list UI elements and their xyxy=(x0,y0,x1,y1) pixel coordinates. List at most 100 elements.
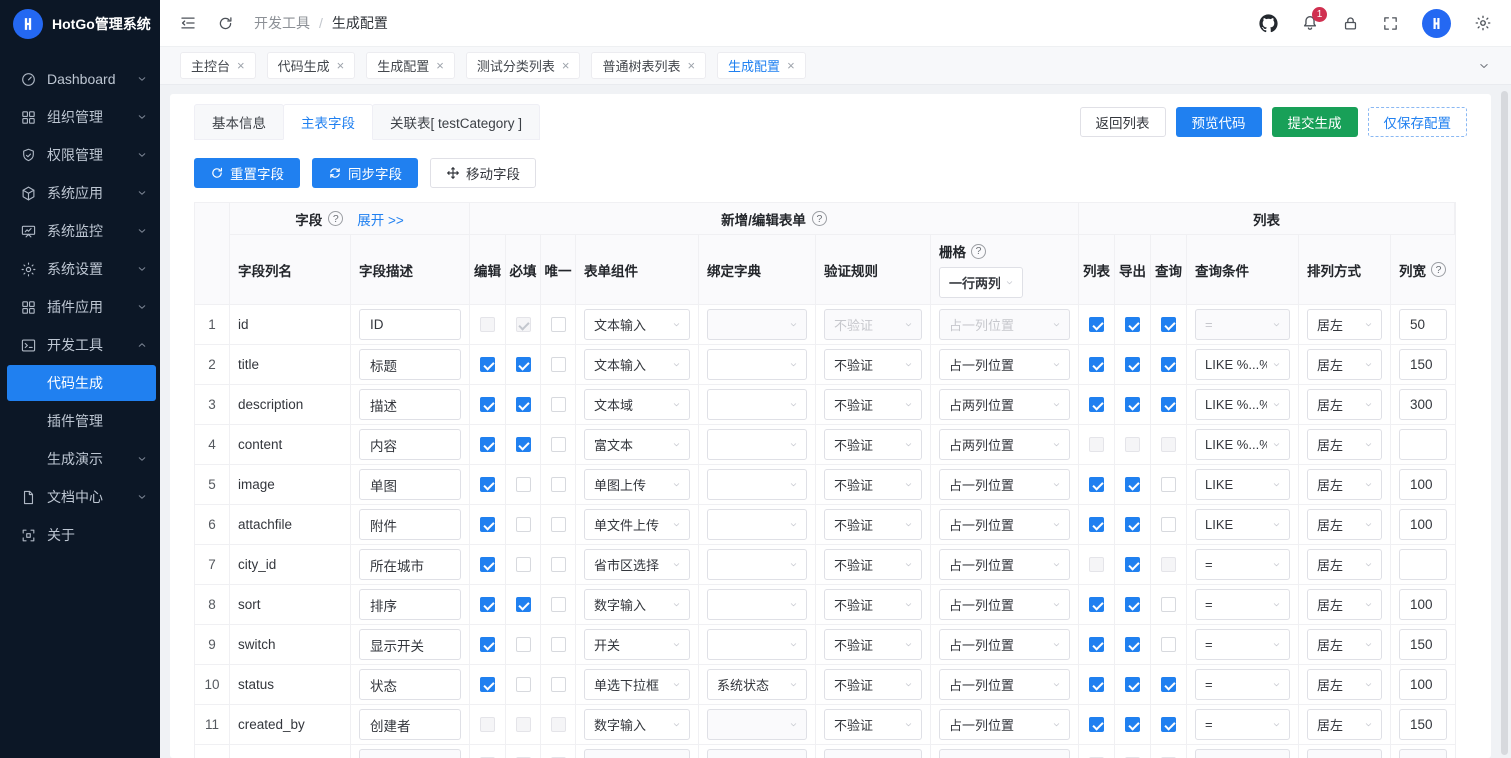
req-checkbox[interactable] xyxy=(516,397,531,412)
comp-select[interactable]: 数字输入 xyxy=(584,709,690,740)
close-icon[interactable] xyxy=(237,59,245,72)
grid-select[interactable]: 占一列位置 xyxy=(939,629,1070,660)
field-desc-input[interactable] xyxy=(359,389,461,420)
dict-select[interactable] xyxy=(707,389,807,420)
tab-join-table[interactable]: 关联表[ testCategory ] xyxy=(372,104,540,140)
qry-checkbox[interactable] xyxy=(1161,677,1176,692)
comp-select[interactable]: 单文件上传 xyxy=(584,509,690,540)
list-checkbox[interactable] xyxy=(1089,677,1104,692)
grid-select[interactable]: 占一列位置 xyxy=(939,509,1070,540)
grid-select[interactable]: 占两列位置 xyxy=(939,429,1070,460)
grid-select[interactable]: 占一列位置 xyxy=(939,549,1070,580)
gear-icon[interactable] xyxy=(1474,14,1492,32)
sidebar-item-code-gen[interactable]: 代码生成 xyxy=(7,365,156,401)
dict-select[interactable] xyxy=(707,429,807,460)
list-checkbox[interactable] xyxy=(1089,517,1104,532)
exp-checkbox[interactable] xyxy=(1125,517,1140,532)
val-select[interactable]: 不验证 xyxy=(824,629,922,660)
val-select[interactable]: 不验证 xyxy=(824,389,922,420)
align-select[interactable]: 居左 xyxy=(1307,429,1382,460)
grid-layout-select[interactable]: 一行两列 xyxy=(939,267,1023,298)
cond-select[interactable]: = xyxy=(1195,709,1290,740)
list-checkbox[interactable] xyxy=(1089,437,1104,452)
cond-select[interactable]: = xyxy=(1195,309,1290,340)
sidebar-item-plugin-app[interactable]: 插件应用 xyxy=(0,288,160,326)
uniq-checkbox[interactable] xyxy=(551,717,566,732)
uniq-checkbox[interactable] xyxy=(551,357,566,372)
dict-select[interactable] xyxy=(707,309,807,340)
tabs-dropdown-icon[interactable] xyxy=(1477,59,1491,73)
dict-select[interactable] xyxy=(707,589,807,620)
exp-checkbox[interactable] xyxy=(1125,317,1140,332)
comp-select[interactable]: 富文本 xyxy=(584,429,690,460)
edit-checkbox[interactable] xyxy=(480,597,495,612)
list-checkbox[interactable] xyxy=(1089,317,1104,332)
field-desc-input[interactable] xyxy=(359,549,461,580)
dict-select[interactable] xyxy=(707,709,807,740)
edit-checkbox[interactable] xyxy=(480,397,495,412)
grid-select[interactable]: 占一列位置 xyxy=(939,309,1070,340)
column-width-input[interactable] xyxy=(1399,349,1447,380)
preview-code-button[interactable]: 预览代码 xyxy=(1176,107,1262,137)
qry-checkbox[interactable] xyxy=(1161,517,1176,532)
req-checkbox[interactable] xyxy=(516,517,531,532)
field-desc-input[interactable] xyxy=(359,589,461,620)
edit-checkbox[interactable] xyxy=(480,677,495,692)
dict-select[interactable] xyxy=(707,549,807,580)
comp-select[interactable]: 单图上传 xyxy=(584,469,690,500)
expand-columns-link[interactable]: 展开 >> xyxy=(357,209,404,229)
sidebar-item-dashboard[interactable]: Dashboard xyxy=(0,60,160,98)
edit-checkbox[interactable] xyxy=(480,557,495,572)
tab-base-info[interactable]: 基本信息 xyxy=(194,104,284,140)
column-width-input[interactable] xyxy=(1399,309,1447,340)
uniq-checkbox[interactable] xyxy=(551,597,566,612)
align-select[interactable]: 居左 xyxy=(1307,389,1382,420)
qry-checkbox[interactable] xyxy=(1161,637,1176,652)
cond-select[interactable]: = xyxy=(1195,589,1290,620)
uniq-checkbox[interactable] xyxy=(551,437,566,452)
submit-generate-button[interactable]: 提交生成 xyxy=(1272,107,1358,137)
val-select[interactable]: 不验证 xyxy=(824,309,922,340)
field-desc-input[interactable] xyxy=(359,709,461,740)
field-desc-input[interactable] xyxy=(359,469,461,500)
list-checkbox[interactable] xyxy=(1089,637,1104,652)
close-icon[interactable] xyxy=(562,59,570,72)
val-select[interactable]: 不验证 xyxy=(824,469,922,500)
sidebar-item-about[interactable]: 关于 xyxy=(0,516,160,554)
align-select[interactable]: 居左 xyxy=(1307,549,1382,580)
comp-select[interactable]: 省市区选择 xyxy=(584,549,690,580)
val-select[interactable]: 不验证 xyxy=(824,589,922,620)
field-desc-input[interactable] xyxy=(359,509,461,540)
dict-select[interactable] xyxy=(707,749,807,758)
cond-select[interactable]: LIKE %...% xyxy=(1195,429,1290,460)
qry-checkbox[interactable] xyxy=(1161,477,1176,492)
close-icon[interactable] xyxy=(687,59,695,72)
column-width-input[interactable] xyxy=(1399,469,1447,500)
github-icon[interactable] xyxy=(1259,14,1278,33)
cond-select[interactable]: LIKE xyxy=(1195,469,1290,500)
grid-select[interactable]: 占一列位置 xyxy=(939,589,1070,620)
tab-chip[interactable]: 生成配置 xyxy=(366,52,455,79)
comp-select[interactable]: 开关 xyxy=(584,629,690,660)
sidebar-item-sys-setting[interactable]: 系统设置 xyxy=(0,250,160,288)
uniq-checkbox[interactable] xyxy=(551,517,566,532)
edit-checkbox[interactable] xyxy=(480,637,495,652)
column-width-input[interactable] xyxy=(1399,549,1447,580)
sidebar-item-dev-tools[interactable]: 开发工具 xyxy=(0,326,160,364)
grid-select[interactable]: 占两列位置 xyxy=(939,389,1070,420)
back-to-list-button[interactable]: 返回列表 xyxy=(1080,107,1166,137)
field-desc-input[interactable] xyxy=(359,749,461,758)
field-desc-input[interactable] xyxy=(359,429,461,460)
sync-fields-button[interactable]: 同步字段 xyxy=(312,158,418,188)
val-select[interactable]: 不验证 xyxy=(824,669,922,700)
comp-select[interactable]: 数字输入 xyxy=(584,589,690,620)
field-desc-input[interactable] xyxy=(359,629,461,660)
align-select[interactable]: 居左 xyxy=(1307,629,1382,660)
dict-select[interactable] xyxy=(707,629,807,660)
val-select[interactable]: 不验证 xyxy=(824,349,922,380)
req-checkbox[interactable] xyxy=(516,317,531,332)
uniq-checkbox[interactable] xyxy=(551,317,566,332)
val-select[interactable]: 不验证 xyxy=(824,549,922,580)
list-checkbox[interactable] xyxy=(1089,717,1104,732)
qry-checkbox[interactable] xyxy=(1161,357,1176,372)
